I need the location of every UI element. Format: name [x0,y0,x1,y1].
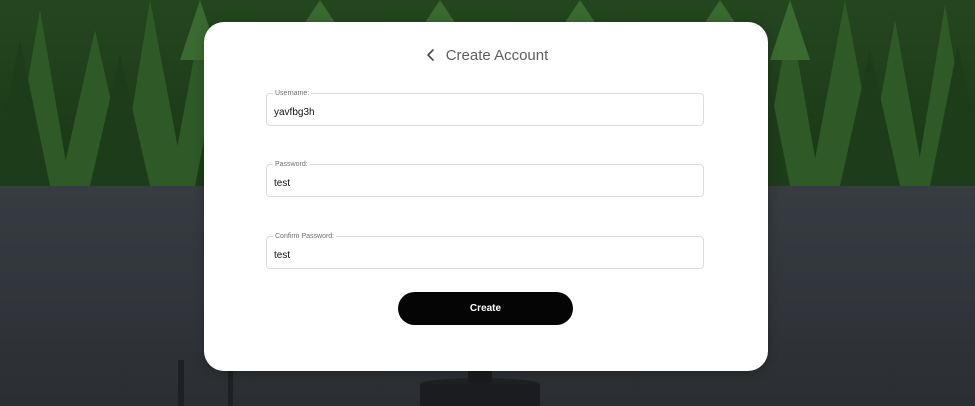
username-field: Username: [266,89,704,126]
password-field: Password: [266,160,704,197]
app-screen: Create Account Username: Password: Confi… [0,0,975,406]
card-header: Create Account [204,44,768,66]
confirm-password-input[interactable] [274,247,694,263]
password-input[interactable] [274,175,694,191]
chevron-left-icon[interactable] [424,48,438,62]
create-account-card: Create Account Username: Password: Confi… [204,22,768,371]
username-input[interactable] [274,104,694,120]
password-label: Password: [273,160,310,169]
username-label: Username: [273,89,312,98]
create-button[interactable]: Create [398,292,573,325]
page-title: Create Account [445,46,549,64]
confirm-password-field: Confirm Password: [266,232,704,269]
confirm-password-label: Confirm Password: [273,232,337,241]
